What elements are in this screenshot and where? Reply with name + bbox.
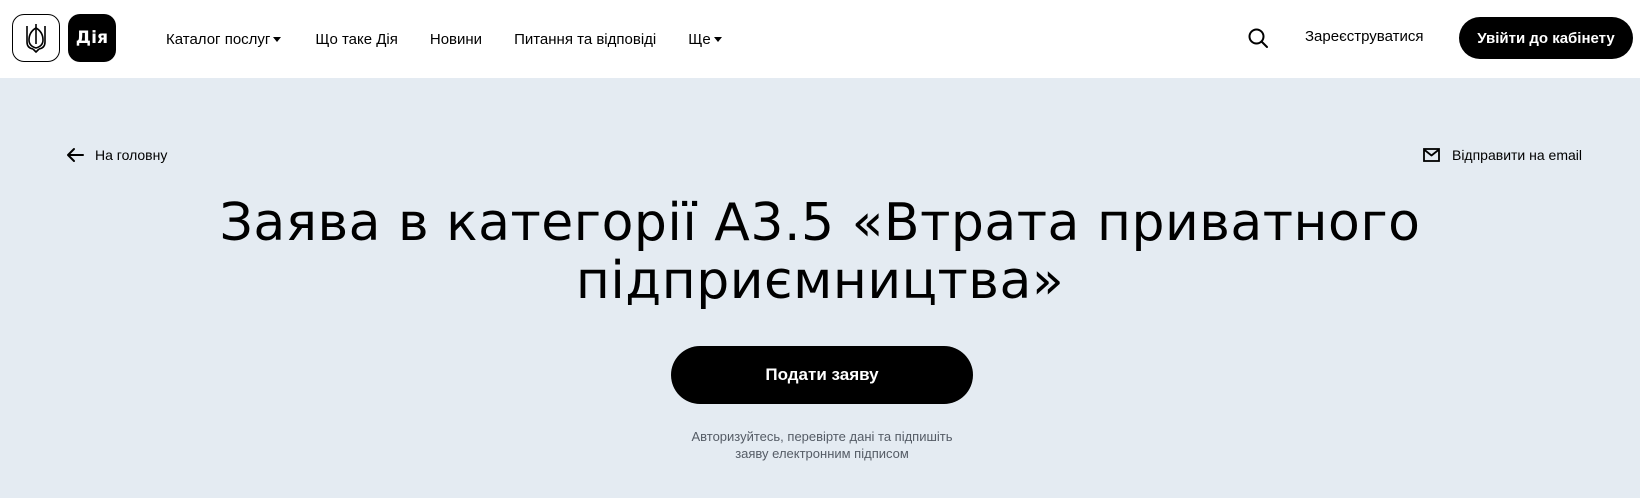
- search-icon: [1248, 28, 1268, 48]
- back-link-label: На головну: [95, 147, 168, 163]
- submit-button-label: Подати заяву: [765, 365, 879, 384]
- page-title: Заява в категорії А3.5 «Втрата приватног…: [120, 194, 1520, 310]
- login-button-label: Увійти до кабінету: [1477, 29, 1615, 47]
- hint-line-2: заяву електронним підписом: [735, 446, 909, 461]
- caret-down-icon: [713, 37, 722, 42]
- nav-item-news-label: Новини: [429, 30, 483, 48]
- hint-text: Авторизуйтесь, перевірте дані та підпиші…: [620, 428, 1024, 462]
- nav-item-catalog[interactable]: Каталог послуг: [166, 30, 282, 48]
- page-title-line-2: підприємництва»: [575, 251, 1065, 311]
- page-title-line-1: Заява в категорії А3.5 «Втрата приватног…: [219, 193, 1421, 253]
- nav-item-catalog-label: Каталог послуг: [166, 30, 271, 48]
- register-link[interactable]: Зареєструватися: [1305, 28, 1423, 45]
- nav-item-faq-label: Питання та відповіді: [514, 30, 657, 48]
- nav-item-faq[interactable]: Питання та відповіді: [514, 31, 656, 48]
- nav-item-about[interactable]: Що таке Дія: [315, 31, 397, 48]
- diia-logo[interactable]: Дія: [68, 14, 116, 62]
- hint-line-1: Авторизуйтесь, перевірте дані та підпиші…: [691, 429, 953, 444]
- search-button[interactable]: [1246, 26, 1270, 50]
- nav-item-about-label: Що таке Дія: [315, 30, 398, 48]
- arrow-left-icon: [67, 148, 84, 162]
- submit-application-button[interactable]: Подати заяву: [671, 346, 973, 404]
- mail-icon: [1423, 148, 1440, 162]
- trident-icon: [26, 24, 46, 53]
- send-email-link[interactable]: Відправити на email: [1423, 147, 1582, 163]
- caret-down-icon: [273, 37, 282, 42]
- nav-item-news[interactable]: Новини: [430, 31, 482, 48]
- login-button[interactable]: Увійти до кабінету: [1459, 17, 1633, 59]
- send-email-label: Відправити на email: [1451, 147, 1582, 163]
- site-header: Дія Каталог послуг Що таке Дія Новини Пи…: [0, 0, 1640, 78]
- nav-item-more[interactable]: Ще: [688, 30, 722, 48]
- nav-item-more-label: Ще: [688, 30, 711, 48]
- diia-logo-text: Дія: [75, 28, 109, 48]
- gov-logo[interactable]: [12, 14, 60, 62]
- main-nav: Каталог послуг Що таке Дія Новини Питанн…: [166, 0, 722, 78]
- back-to-home-link[interactable]: На головну: [66, 147, 167, 163]
